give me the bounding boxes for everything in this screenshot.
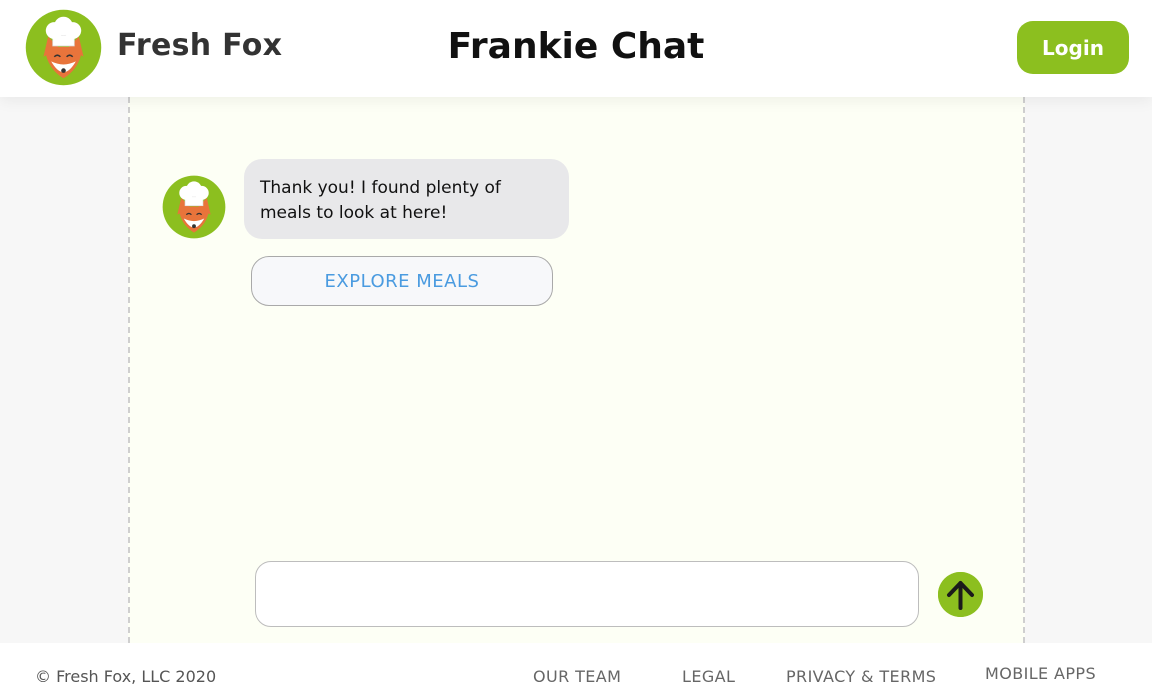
footer: © Fresh Fox, LLC 2020 OUR TEAM LEGAL PRI… [0, 643, 1152, 700]
bot-message-bubble: Thank you! I found plenty of meals to lo… [244, 159, 569, 239]
header: Fresh Fox Frankie Chat Login [0, 0, 1152, 97]
login-button[interactable]: Login [1017, 21, 1129, 74]
page-title: Frankie Chat [447, 26, 705, 67]
footer-link-legal[interactable]: LEGAL [682, 667, 735, 686]
send-button[interactable] [938, 572, 983, 617]
message-input[interactable] [255, 561, 919, 627]
fox-chef-avatar-icon [162, 175, 226, 239]
footer-link-mobile-apps[interactable]: MOBILE APPS [985, 664, 1096, 683]
explore-meals-button[interactable]: EXPLORE MEALS [251, 256, 553, 306]
copyright-text: © Fresh Fox, LLC 2020 [35, 667, 217, 686]
footer-link-our-team[interactable]: OUR TEAM [533, 667, 621, 686]
arrow-up-icon [938, 572, 983, 617]
footer-link-privacy-terms[interactable]: PRIVACY & TERMS [786, 667, 936, 686]
